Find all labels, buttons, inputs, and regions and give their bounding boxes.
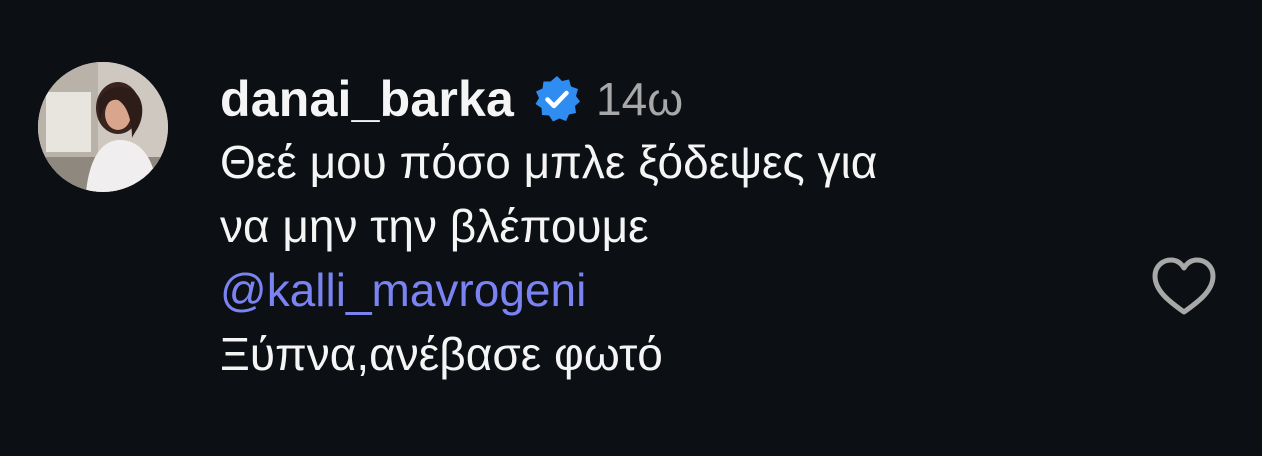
comment-text-line-4: Ξύπνα,ανέβασε φωτό [220,328,663,380]
comment-item: danai_barka 14ω Θεέ μου πόσο μπλε ξόδεψε… [0,0,1262,456]
comment-body: Θεέ μου πόσο μπλε ξόδεψες για να μην την… [220,130,1120,386]
heart-outline-icon [1152,257,1216,315]
comment-time: 14ω [596,73,684,125]
comment-text-line-2: να μην την βλέπουμε [220,200,649,252]
username[interactable]: danai_barka [220,70,514,128]
comment-header: danai_barka 14ω [220,68,683,130]
like-button[interactable] [1150,256,1218,318]
comment-text-line-1: Θεέ μου πόσο μπλε ξόδεψες για [220,136,878,188]
mention-link[interactable]: @kalli_mavrogeni [220,264,586,316]
avatar[interactable] [38,62,168,192]
comment-mention-line: @kalli_mavrogeni [220,258,1120,322]
verified-badge-icon [532,74,582,124]
avatar-photo [38,62,168,192]
